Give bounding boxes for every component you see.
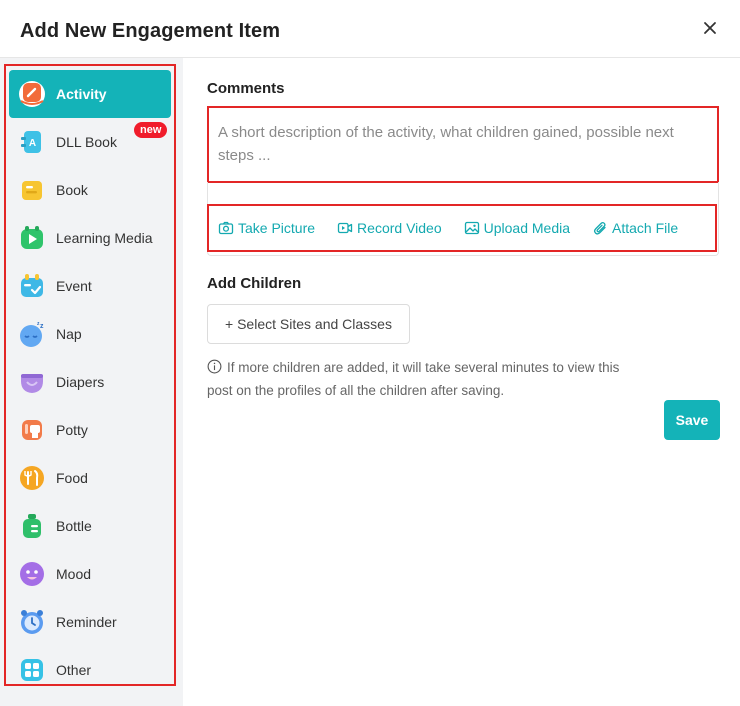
- new-badge: new: [134, 122, 168, 138]
- sidebar-item-learning-media[interactable]: Learning Media: [9, 214, 171, 262]
- sidebar-item-label: Event: [56, 278, 92, 294]
- sidebar-item-mood[interactable]: Mood: [9, 550, 171, 598]
- sidebar-item-label: Bottle: [56, 518, 92, 534]
- engagement-form: Comments Take Picture Record Video: [183, 58, 740, 706]
- upload-media-label: Upload Media: [483, 220, 571, 236]
- diapers-icon: [21, 374, 43, 393]
- book-icon: [22, 181, 42, 200]
- camera-icon: [218, 221, 234, 235]
- children-notice-text: If more children are added, it will take…: [207, 360, 620, 398]
- add-children-label: Add Children: [207, 275, 302, 292]
- sidebar-item-potty[interactable]: Potty: [9, 406, 171, 454]
- sidebar-item-bottle[interactable]: Bottle: [9, 502, 171, 550]
- comments-field-wrapper: [207, 106, 719, 183]
- other-icon: [21, 659, 43, 681]
- sidebar-item-book[interactable]: Book: [9, 166, 171, 214]
- dialog-header: Add New Engagement Item: [0, 0, 740, 58]
- take-picture-label: Take Picture: [238, 220, 316, 236]
- sidebar-item-label: Activity: [56, 86, 107, 102]
- comments-label: Comments: [207, 80, 285, 97]
- attachment-toolbar: Take Picture Record Video Upload Media A…: [207, 204, 717, 252]
- children-notice: If more children are added, it will take…: [207, 356, 647, 402]
- reminder-icon: [21, 610, 43, 634]
- engagement-type-menu: Activity A DLL Book new Book Learning Me…: [9, 70, 171, 694]
- upload-media-button[interactable]: Upload Media: [464, 220, 570, 236]
- food-icon: [20, 466, 44, 490]
- comments-textarea[interactable]: [209, 108, 717, 181]
- sidebar-item-other[interactable]: Other: [9, 646, 171, 694]
- sidebar-item-label: DLL Book: [56, 134, 117, 150]
- image-icon: [464, 221, 479, 235]
- sidebar-item-label: Reminder: [56, 614, 117, 630]
- sidebar-item-label: Food: [56, 470, 88, 486]
- select-sites-button[interactable]: + Select Sites and Classes: [207, 304, 410, 344]
- close-icon[interactable]: [700, 18, 720, 38]
- record-video-button[interactable]: Record Video: [337, 220, 442, 236]
- sidebar-item-label: Learning Media: [56, 230, 153, 246]
- sidebar-item-activity[interactable]: Activity: [9, 70, 171, 118]
- sidebar-item-food[interactable]: Food: [9, 454, 171, 502]
- event-icon: [21, 274, 43, 297]
- sidebar-item-diapers[interactable]: Diapers: [9, 358, 171, 406]
- info-icon: [207, 359, 222, 374]
- take-picture-button[interactable]: Take Picture: [218, 220, 315, 236]
- sidebar-item-label: Nap: [56, 326, 82, 342]
- sidebar-item-dll-book[interactable]: A DLL Book new: [9, 118, 171, 166]
- sidebar-item-label: Diapers: [56, 374, 105, 390]
- sidebar-item-reminder[interactable]: Reminder: [9, 598, 171, 646]
- svg-text:A: A: [29, 138, 36, 149]
- mood-icon: [20, 562, 44, 586]
- sidebar-item-label: Other: [56, 662, 92, 678]
- learning-media-icon: [21, 226, 43, 249]
- sidebar-item-nap[interactable]: z z Nap: [9, 310, 171, 358]
- record-video-label: Record Video: [357, 220, 442, 236]
- svg-text:z: z: [40, 323, 44, 330]
- potty-icon: [22, 420, 42, 440]
- sidebar-item-label: Book: [56, 182, 88, 198]
- sidebar-item-label: Mood: [56, 566, 92, 582]
- attach-file-button[interactable]: Attach File: [592, 220, 678, 236]
- sidebar-item-event[interactable]: Event: [9, 262, 171, 310]
- activity-icon: [19, 81, 45, 107]
- video-icon: [337, 222, 353, 234]
- nap-icon: z z: [20, 321, 44, 347]
- dll-book-icon: A: [21, 131, 41, 153]
- sidebar-item-label: Potty: [56, 422, 88, 438]
- bottle-icon: [23, 514, 41, 538]
- attach-file-label: Attach File: [612, 220, 679, 236]
- save-button[interactable]: Save: [664, 400, 720, 440]
- dialog-title: Add New Engagement Item: [20, 20, 281, 42]
- engagement-type-sidebar: Activity A DLL Book new Book Learning Me…: [0, 58, 183, 706]
- paperclip-icon: [593, 221, 606, 235]
